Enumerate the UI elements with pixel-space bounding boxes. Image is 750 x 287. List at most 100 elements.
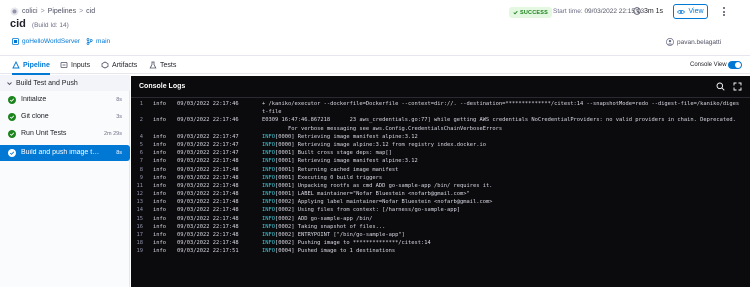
log-level: info — [153, 101, 166, 107]
log-line-number: 5 — [139, 141, 143, 148]
log-line-number: 13 — [136, 199, 144, 206]
log-line: 19 info 09/03/2022 22:17:51 INFO[0004] Push… — [131, 247, 750, 255]
tab-artifacts[interactable]: Artifacts — [101, 56, 137, 74]
artifacts-icon — [101, 61, 109, 69]
step-duration: 8s — [116, 150, 122, 156]
log-line-number: 14 — [136, 207, 144, 214]
search-icon[interactable] — [716, 82, 725, 91]
log-timestamp: 09/03/2022 22:17:48 — [177, 182, 239, 189]
step-run-unit-tests[interactable]: Run Unit Tests 2m 29s — [0, 126, 130, 142]
service-chip[interactable]: goHelloWorldServer — [12, 38, 80, 45]
log-level: info — [153, 158, 166, 165]
log-timestamp: 09/03/2022 22:17:48 — [177, 158, 239, 165]
step-duration: 2m 29s — [103, 131, 122, 137]
log-level: info — [153, 133, 166, 140]
log-info-tag: INFO — [262, 191, 275, 198]
log-line: 13 info 09/03/2022 22:17:48 INFO[0002] Appl… — [131, 198, 750, 206]
tab-pipeline[interactable]: Pipeline — [12, 56, 50, 75]
log-message: INFO[0002] Applying label maintainer=Nof… — [262, 199, 493, 206]
branch-name: main — [96, 38, 111, 45]
start-time-label: Start time: — [553, 8, 583, 15]
log-line: 4 info 09/03/2022 22:17:47 INFO[0000] Retri… — [131, 133, 750, 141]
log-timestamp: 09/03/2022 22:17:48 — [177, 232, 239, 239]
log-line: 17 info 09/03/2022 22:17:48 INFO[0002] ENTR… — [131, 231, 750, 239]
log-line: 11 info 09/03/2022 22:17:48 INFO[0001] Unpa… — [131, 182, 750, 190]
log-level: info — [153, 223, 166, 230]
log-body: 1 info 09/03/2022 22:17:46 + /kaniko/execut… — [131, 100, 750, 287]
console-header: Console Logs — [131, 76, 750, 98]
service-name: goHelloWorldServer — [22, 38, 81, 45]
success-check-icon — [8, 96, 16, 104]
step-initialize[interactable]: Initialize 8s — [0, 92, 130, 108]
log-level: info — [153, 166, 166, 173]
log-timestamp: 09/03/2022 22:17:48 — [177, 191, 239, 198]
log-line-number: 18 — [136, 240, 144, 247]
step-label: Git clone — [21, 113, 49, 120]
tab-inputs[interactable]: Inputs — [60, 56, 90, 74]
log-level: info — [153, 248, 166, 255]
log-line: 1 info 09/03/2022 22:17:46 + /kaniko/execut… — [131, 100, 750, 116]
step-build-and-push[interactable]: Build and push image to Do... 8s — [0, 145, 130, 161]
log-line: 8 info 09/03/2022 22:17:48 INFO[0001] Retur… — [131, 166, 750, 174]
console-actions — [716, 82, 742, 91]
log-info-tag: INFO — [262, 158, 275, 165]
log-timestamp: 09/03/2022 22:17:46 — [177, 117, 239, 124]
log-line: 15 info 09/03/2022 22:17:48 INFO[0002] ADD … — [131, 215, 750, 223]
log-level: info — [153, 240, 166, 247]
console-view-toggle[interactable] — [728, 61, 742, 69]
log-line-number: 2 — [139, 117, 143, 124]
log-line: 7 info 09/03/2022 22:17:48 INFO[0001] Retri… — [131, 157, 750, 165]
log-info-tag: INFO — [262, 223, 275, 230]
log-info-tag: INFO — [262, 150, 275, 157]
log-line-number: 11 — [136, 182, 144, 189]
log-message: INFO[0001] Executing 0 build triggers — [262, 174, 383, 181]
log-line-number: 6 — [139, 150, 143, 157]
log-info-tag: INFO — [262, 207, 275, 214]
log-line-number: 7 — [139, 158, 143, 165]
step-label: Run Unit Tests — [21, 130, 67, 137]
success-check-icon — [8, 149, 16, 157]
tab-tests[interactable]: Tests — [149, 56, 176, 74]
log-message: INFO[0001] Unpacking rootfs as cmd ADD g… — [262, 182, 493, 189]
branch-chip[interactable]: main — [86, 38, 110, 45]
stage-header[interactable]: Build Test and Push — [0, 75, 130, 91]
log-line: 18 info 09/03/2022 22:17:48 INFO[0002] Push… — [131, 239, 750, 247]
log-info-tag: INFO — [262, 215, 275, 222]
user-avatar-icon — [666, 38, 674, 46]
step-label: Initialize — [21, 96, 47, 103]
step-git-clone[interactable]: Git clone 3s — [0, 109, 130, 125]
log-timestamp: 09/03/2022 22:17:48 — [177, 199, 239, 206]
log-message: INFO[0002] Taking snapshot of files... — [262, 223, 386, 230]
log-level: info — [153, 215, 166, 222]
inputs-icon — [60, 62, 68, 68]
log-line-number: 16 — [136, 223, 144, 230]
log-timestamp: 09/03/2022 22:17:47 — [177, 141, 239, 148]
start-time: Start time: 09/03/2022 22:15:13 — [553, 8, 644, 15]
log-line-number: 19 — [136, 248, 144, 255]
step-label: Build and push image to Do... — [21, 149, 101, 156]
log-level: info — [153, 191, 166, 198]
log-info-tag: INFO — [262, 199, 275, 206]
breadcrumb-pipeline[interactable]: cid — [86, 8, 95, 15]
log-message: INFO[0002] ADD go-sample-app /bin/ — [262, 215, 373, 222]
view-button[interactable]: View — [673, 4, 708, 19]
log-level: info — [153, 182, 166, 189]
log-level: info — [153, 207, 166, 214]
console-view-label: Console View — [690, 62, 727, 68]
breadcrumb-pipelines[interactable]: Pipelines — [48, 8, 76, 15]
log-level: info — [153, 117, 166, 124]
user-name: pavan.belagatti — [677, 38, 722, 46]
tests-icon — [149, 61, 157, 69]
expand-icon[interactable] — [733, 82, 742, 91]
log-timestamp: 09/03/2022 22:17:47 — [177, 150, 239, 157]
breadcrumb-project[interactable]: colici — [22, 8, 38, 15]
duration: 3m 1s — [633, 7, 663, 15]
log-timestamp: 09/03/2022 22:17:48 — [177, 174, 239, 181]
log-info-tag: INFO — [262, 232, 275, 239]
execution-header: colici > Pipelines > cid cid (Build Id: … — [0, 0, 750, 56]
log-level: info — [153, 150, 166, 157]
log-info-tag: INFO — [262, 166, 275, 173]
more-options-icon[interactable] — [719, 5, 729, 18]
service-icon — [12, 38, 19, 45]
eye-icon — [677, 9, 686, 14]
